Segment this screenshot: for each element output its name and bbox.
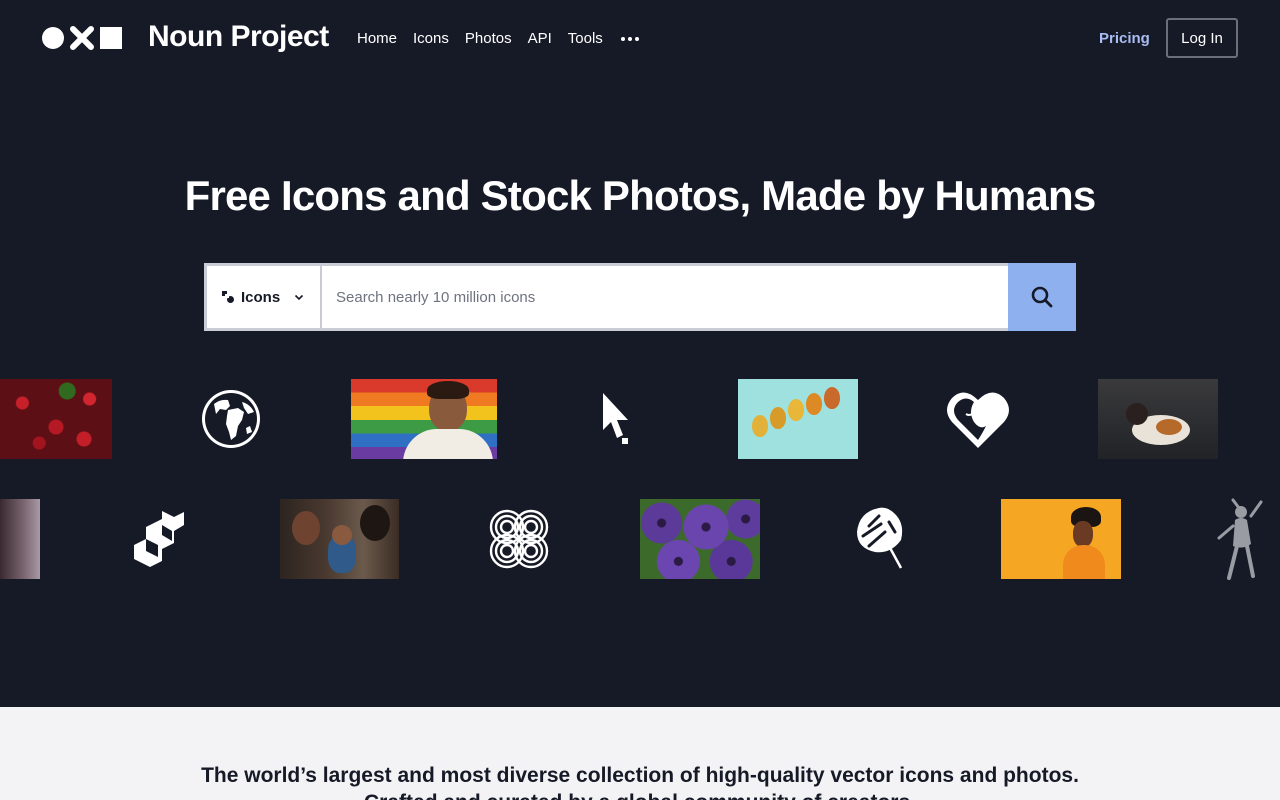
dancer-icon[interactable] xyxy=(1211,498,1267,580)
partial-photo[interactable] xyxy=(0,499,40,579)
brand-name[interactable]: Noun Project xyxy=(148,20,329,54)
logo-circle xyxy=(42,27,64,49)
pride-portrait-photo[interactable] xyxy=(351,379,497,459)
search-input[interactable] xyxy=(320,263,1008,331)
icons-type-icon xyxy=(222,291,234,303)
logo-square xyxy=(100,27,122,49)
baby-head xyxy=(332,525,352,545)
nav-home[interactable]: Home xyxy=(357,30,397,47)
pear xyxy=(806,393,822,415)
nav-api[interactable]: API xyxy=(528,30,552,47)
pear xyxy=(770,407,786,429)
cat-photo[interactable] xyxy=(1098,379,1218,459)
pear xyxy=(788,399,804,421)
cursor-icon[interactable] xyxy=(602,392,634,446)
main-nav: Home Icons Photos API Tools xyxy=(357,30,639,47)
search-button[interactable] xyxy=(1008,263,1076,331)
more-dots-icon[interactable] xyxy=(620,33,639,45)
search-icon xyxy=(1031,286,1053,308)
search-type-dropdown[interactable]: Icons xyxy=(204,263,320,331)
pricing-link[interactable]: Pricing xyxy=(1099,30,1150,47)
brand-logo[interactable] xyxy=(42,26,122,50)
nav-tools[interactable]: Tools xyxy=(568,30,603,47)
petunias-photo[interactable] xyxy=(640,499,760,579)
pear xyxy=(824,387,840,409)
knot-icon[interactable] xyxy=(487,507,551,571)
yellow-portrait-photo[interactable] xyxy=(1001,499,1121,579)
adult-head xyxy=(292,511,320,545)
pears-photo[interactable] xyxy=(738,379,858,459)
portrait-shirt xyxy=(403,429,493,459)
heart-face-icon[interactable] xyxy=(946,388,1010,450)
logo-mark xyxy=(42,26,122,50)
adult-head-2 xyxy=(360,505,390,541)
pear xyxy=(752,415,768,437)
cat-patch xyxy=(1156,419,1182,435)
portrait-hair xyxy=(427,381,469,399)
logo-x xyxy=(70,26,94,50)
search-type-label: Icons xyxy=(241,288,281,306)
portrait-face xyxy=(1073,521,1093,547)
hero-title: Free Icons and Stock Photos, Made by Hum… xyxy=(184,172,1097,219)
search-bar: Icons xyxy=(204,263,1076,331)
cherries-photo[interactable] xyxy=(0,379,112,459)
intro-headline: The world’s largest and most diverse col… xyxy=(201,764,1079,787)
nav-icons[interactable]: Icons xyxy=(413,30,449,47)
portrait-dress xyxy=(1063,545,1105,579)
blocks-icon[interactable] xyxy=(132,509,186,567)
family-photo[interactable] xyxy=(280,499,399,579)
chevron-down-icon xyxy=(295,294,304,301)
globe-icon[interactable] xyxy=(200,388,262,450)
nav-photos[interactable]: Photos xyxy=(465,30,512,47)
intro-section: The world’s largest and most diverse col… xyxy=(0,707,1280,800)
login-button[interactable]: Log In xyxy=(1166,18,1238,58)
cat-head xyxy=(1126,403,1148,425)
intro-subline: Crafted and curated by a global communit… xyxy=(0,791,1280,800)
site-header: Noun Project Home Icons Photos API Tools… xyxy=(0,0,1280,78)
monstera-leaf-icon[interactable] xyxy=(855,506,905,570)
